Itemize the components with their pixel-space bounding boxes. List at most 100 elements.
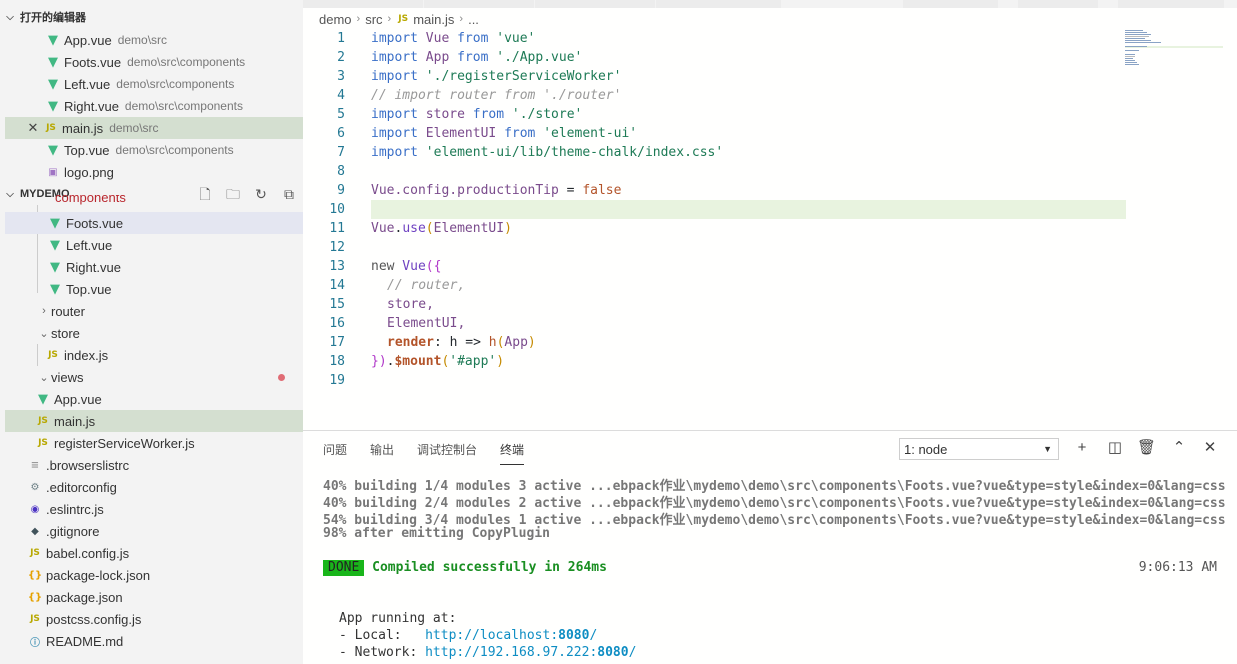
string: './App.vue' — [488, 50, 583, 65]
terminal-line: DONE Compiled successfully in 264ms 9:06:… — [323, 560, 1223, 576]
bracket: ) — [496, 354, 505, 369]
file-label: .browserslistrc — [46, 457, 130, 473]
info-icon: ⓘ — [30, 637, 40, 649]
network-port[interactable]: 8080 — [597, 645, 628, 660]
editor-tab[interactable] — [656, 0, 781, 8]
boolean: false — [582, 183, 622, 198]
terminal-select[interactable]: 1: node ▼ — [899, 438, 1059, 460]
network-url-tail[interactable]: / — [629, 645, 637, 660]
close-icon[interactable]: ✕ — [25, 120, 41, 136]
open-editor-item[interactable]: ▼ Top.vue demo\src\components — [5, 139, 303, 161]
code-line: Vue.use(ElementUI) — [371, 221, 512, 236]
line-number: 18 — [329, 354, 345, 369]
file-item[interactable]: ▼ Foots.vue — [5, 212, 303, 234]
file-label: Top.vue — [66, 281, 112, 297]
open-editor-item[interactable]: ▣ logo.png — [5, 161, 303, 183]
code-editor[interactable]: demo › src › JS main.js › ... 1 2 3 4 5 … — [303, 0, 1237, 430]
bottom-panel: 问题 输出 调试控制台 终端 1: node ▼ + ◫ 🗑 ⌃ ✕ 40% b… — [303, 430, 1237, 664]
line-number: 3 — [337, 69, 345, 84]
file-item[interactable]: JS postcss.config.js — [5, 608, 303, 630]
file-item[interactable]: ≡ .browserslistrc — [5, 454, 303, 476]
open-editor-item-active[interactable]: ✕ JS main.js demo\src — [5, 117, 303, 139]
network-url[interactable]: http://192.168.97.222: — [425, 645, 597, 660]
js-icon: JS — [38, 438, 48, 448]
editor-tab[interactable] — [303, 0, 423, 8]
editor-tab[interactable] — [535, 0, 655, 8]
tab-terminal[interactable]: 终端 — [500, 441, 525, 465]
close-icon[interactable]: ✕ — [1201, 439, 1219, 457]
chevron-up-icon[interactable]: ⌃ — [1170, 439, 1188, 457]
breadcrumb-src[interactable]: src — [365, 12, 382, 27]
line-number: 6 — [337, 126, 345, 141]
editor-tab[interactable] — [903, 0, 998, 8]
minimap-line — [1125, 56, 1135, 57]
open-editor-item[interactable]: ▼ App.vue demo\src — [5, 29, 303, 51]
file-label: README.md — [46, 633, 124, 649]
breadcrumb-symbol[interactable]: ... — [468, 12, 479, 27]
minimap-line — [1125, 58, 1133, 59]
file-item[interactable]: ⚙ .editorconfig — [5, 476, 303, 498]
trash-icon[interactable]: 🗑 — [1137, 439, 1156, 457]
file-label: main.js — [54, 413, 96, 429]
identifier: Vue.config.productionTip — [371, 183, 559, 198]
file-label: App.vue — [64, 32, 112, 48]
js-icon: JS — [38, 416, 48, 426]
method: $mount — [394, 354, 442, 369]
editor-tab[interactable] — [424, 0, 534, 8]
open-editor-item[interactable]: ▼ Foots.vue demo\src\components — [5, 51, 303, 73]
folder-label: store — [51, 325, 80, 341]
chevron-right-icon: › — [387, 13, 392, 25]
minimap-line — [1125, 30, 1143, 31]
tab-problems[interactable]: 问题 — [323, 441, 347, 465]
editor-tab[interactable] — [1118, 0, 1224, 8]
breadcrumb-demo[interactable]: demo — [319, 12, 352, 27]
minimap-line — [1125, 32, 1147, 33]
plus-icon[interactable]: + — [1073, 439, 1091, 457]
identifier: Vue — [417, 31, 458, 46]
identifier: store — [417, 107, 473, 122]
local-url[interactable]: http://localhost: — [425, 628, 558, 643]
file-item[interactable]: {} package-lock.json — [5, 564, 303, 586]
keyword: from — [457, 50, 489, 65]
file-item[interactable]: JS index.js — [5, 344, 303, 366]
file-item-selected[interactable]: JS main.js — [5, 410, 303, 432]
keyword: import — [371, 69, 418, 84]
editor-tab[interactable] — [1018, 0, 1098, 8]
file-path: demo\src\components — [124, 99, 243, 113]
file-item[interactable]: {} package.json — [5, 586, 303, 608]
file-item[interactable]: ▼ Right.vue — [5, 256, 303, 278]
open-editor-item[interactable]: ▼ Right.vue demo\src\components — [5, 95, 303, 117]
editor-tab-strip — [303, 0, 1237, 8]
tab-debug-console[interactable]: 调试控制台 — [417, 441, 477, 465]
file-item[interactable]: ▼ Top.vue — [5, 278, 303, 300]
file-item[interactable]: ◉ .eslintrc.js — [5, 498, 303, 520]
file-item[interactable]: ▼ App.vue — [5, 388, 303, 410]
folder-store[interactable]: ⌄ store — [5, 322, 303, 344]
file-item[interactable]: JS babel.config.js — [5, 542, 303, 564]
folder-views[interactable]: ⌄ views — [5, 366, 303, 388]
breadcrumb-file[interactable]: main.js — [413, 12, 454, 27]
folder-router[interactable]: › router — [5, 300, 303, 322]
js-icon: JS — [30, 548, 40, 558]
keyword: import — [371, 50, 418, 65]
file-item[interactable]: ▼ Left.vue — [5, 234, 303, 256]
new-folder-icon[interactable]: 🗀 — [224, 186, 242, 202]
local-port[interactable]: 8080 — [558, 628, 589, 643]
chevron-right-icon: › — [459, 13, 464, 25]
local-url-tail[interactable]: / — [589, 628, 597, 643]
file-item[interactable]: ◆ .gitignore — [5, 520, 303, 542]
file-item[interactable]: ⓘ README.md — [5, 630, 303, 652]
minimap[interactable] — [1125, 28, 1223, 98]
terminal-line: App running at: — [339, 611, 457, 626]
refresh-icon[interactable]: ↻ — [252, 186, 270, 202]
file-item[interactable]: JS registerServiceWorker.js — [5, 432, 303, 454]
chevron-down-icon: ⌵ — [6, 188, 14, 200]
split-terminal-icon[interactable]: ◫ — [1106, 439, 1124, 457]
breadcrumb: demo › src › JS main.js › ... — [319, 10, 479, 28]
chevron-down-icon: ⌄ — [39, 327, 49, 340]
vue-icon: ▼ — [48, 54, 58, 70]
tab-output[interactable]: 输出 — [370, 441, 394, 465]
open-editors-header[interactable]: ⌵ 打开的编辑器 — [0, 6, 303, 28]
open-editor-item[interactable]: ▼ Left.vue demo\src\components — [5, 73, 303, 95]
collapse-all-icon[interactable]: ⧉ — [280, 186, 298, 202]
